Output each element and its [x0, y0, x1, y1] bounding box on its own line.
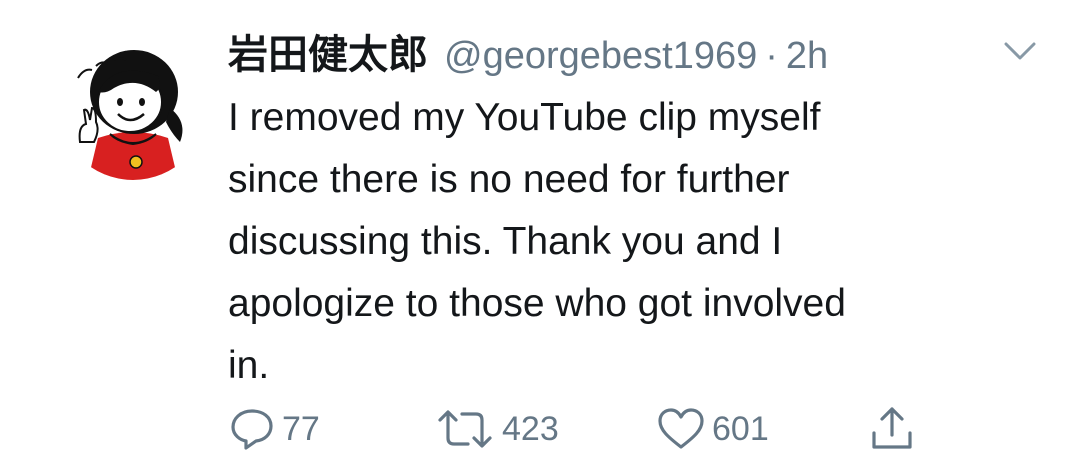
tweet-header: 岩田健太郎 @georgebest1969 · 2h	[228, 22, 828, 78]
timestamp[interactable]: 2h	[786, 35, 828, 78]
chevron-down-icon	[1004, 42, 1036, 60]
retweet-count: 423	[502, 409, 559, 448]
share-icon	[872, 407, 912, 449]
reply-button[interactable]: 77	[228, 404, 320, 454]
like-button[interactable]: 601	[656, 404, 769, 454]
retweet-icon	[438, 410, 492, 448]
more-options-button[interactable]	[1003, 40, 1037, 62]
tweet-actions: 77 423 601	[0, 404, 1080, 454]
user-handle[interactable]: @georgebest1969	[444, 35, 757, 78]
like-count: 601	[712, 409, 769, 448]
retweet-button[interactable]: 423	[436, 404, 559, 454]
reply-icon	[231, 409, 273, 450]
reply-count: 77	[282, 409, 320, 448]
heart-icon	[658, 408, 704, 449]
cartoon-girl-avatar-icon	[77, 50, 183, 180]
tweet-text: I removed my YouTube clip myself since t…	[228, 96, 846, 387]
separator-dot: ·	[765, 35, 778, 77]
tweet-card[interactable]: 岩田健太郎 @georgebest1969 · 2h I removed my …	[0, 0, 1080, 472]
display-name[interactable]: 岩田健太郎	[228, 22, 428, 80]
share-button[interactable]	[870, 404, 914, 454]
avatar[interactable]	[58, 30, 208, 180]
